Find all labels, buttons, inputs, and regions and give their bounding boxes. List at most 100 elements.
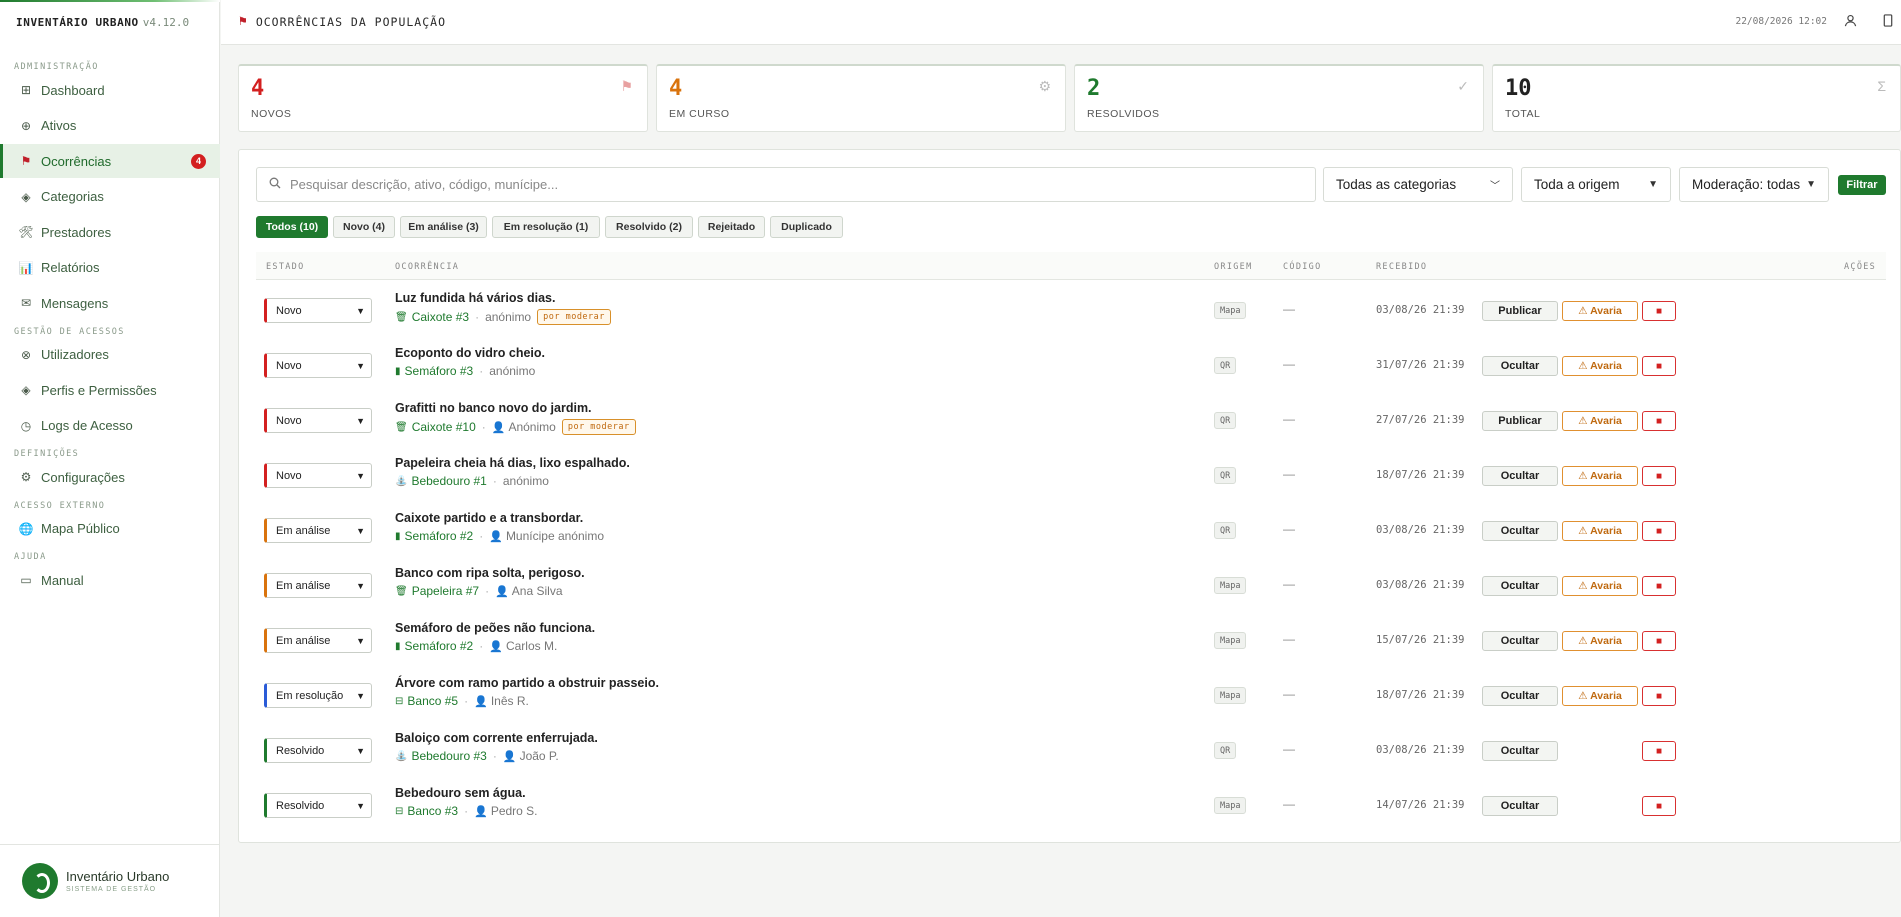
occurrence-title[interactable]: Papeleira cheia há dias, lixo espalhado. (395, 456, 630, 470)
avaria-button[interactable]: ⚠ Avaria (1562, 686, 1638, 706)
delete-button[interactable]: ■ (1642, 466, 1676, 486)
hide-button[interactable]: Ocultar (1482, 576, 1558, 596)
avaria-button[interactable]: ⚠ Avaria (1562, 631, 1638, 651)
status-select[interactable]: Novo ▼ (264, 298, 372, 323)
category-select[interactable]: Todas as categorias ﹀ (1323, 167, 1513, 202)
sidebar-item-configuracoes[interactable]: ⚙ Configurações (0, 460, 220, 494)
sidebar-item-prestadores[interactable]: 🛠 Prestadores (0, 215, 220, 249)
occurrence-title[interactable]: Caixote partido e a transbordar. (395, 511, 583, 525)
hide-button[interactable]: Ocultar (1482, 796, 1558, 816)
asset-link[interactable]: Banco #5 (407, 694, 458, 708)
asset-link[interactable]: Papeleira #7 (412, 584, 479, 598)
status-select[interactable]: Em resolução ▼ (264, 683, 372, 708)
delete-button[interactable]: ■ (1642, 521, 1676, 541)
hide-button[interactable]: Ocultar (1482, 521, 1558, 541)
asset-link[interactable]: Bebedouro #1 (411, 474, 486, 488)
asset-link[interactable]: Banco #3 (407, 804, 458, 818)
sidebar-item-relatorios[interactable]: 📊 Relatórios (0, 251, 220, 285)
status-select[interactable]: Em análise ▼ (264, 573, 372, 598)
reporter-name: anónimo (502, 474, 549, 488)
asset-link[interactable]: Caixote #10 (412, 420, 476, 434)
status-select[interactable]: Em análise ▼ (264, 628, 372, 653)
occurrence-title[interactable]: Baloiço com corrente enferrujada. (395, 731, 598, 745)
stat-card-total[interactable]: 10 TOTAL Σ (1492, 64, 1901, 132)
status-select[interactable]: Resolvido ▼ (264, 793, 372, 818)
sidebar-item-mapa-publico[interactable]: 🌐 Mapa Público (0, 512, 220, 546)
occurrence-title[interactable]: Árvore com ramo partido a obstruir passe… (395, 676, 659, 690)
hide-button[interactable]: Ocultar (1482, 686, 1558, 706)
search-input[interactable]: Pesquisar descrição, ativo, código, muní… (256, 167, 1316, 202)
status-select[interactable]: Novo ▼ (264, 353, 372, 378)
status-select[interactable]: Novo ▼ (264, 463, 372, 488)
avaria-button[interactable]: ⚠ Avaria (1562, 576, 1638, 596)
occurrence-title[interactable]: Luz fundida há vários dias. (395, 291, 555, 305)
fullscreen-icon[interactable] (1883, 14, 1893, 30)
asset-link[interactable]: Bebedouro #3 (411, 749, 486, 763)
origin-select[interactable]: Toda a origem ▼ (1521, 167, 1671, 202)
sidebar-item-perfis-e-permissoes[interactable]: ◈ Perfis e Permissões (0, 373, 220, 407)
app-logo (22, 863, 58, 899)
status-select[interactable]: Novo ▼ (264, 408, 372, 433)
brand: INVENTÁRIO URBANO v4.12.0 (16, 16, 189, 29)
sidebar-item-ocorrencias[interactable]: ⚑ Ocorrências 4 (0, 144, 220, 178)
delete-button[interactable]: ■ (1642, 741, 1676, 761)
delete-button[interactable]: ■ (1642, 356, 1676, 376)
hide-button[interactable]: Ocultar (1482, 741, 1558, 761)
filter-chip[interactable]: Rejeitado (698, 216, 765, 238)
person-icon: 👤 (489, 530, 503, 543)
filter-chip[interactable]: Todos (10) (256, 216, 328, 238)
page-title-text: OCORRÊNCIAS DA POPULAÇÃO (255, 14, 446, 29)
asset-link[interactable]: Caixote #3 (412, 310, 469, 324)
occurrence-title[interactable]: Semáforo de peões não funciona. (395, 621, 595, 635)
gear-icon: ⚙ (20, 470, 32, 484)
filter-button[interactable]: Filtrar (1838, 175, 1886, 195)
delete-button[interactable]: ■ (1642, 686, 1676, 706)
publish-button[interactable]: Publicar (1482, 411, 1558, 431)
hide-button[interactable]: Ocultar (1482, 466, 1558, 486)
filter-chip[interactable]: Duplicado (770, 216, 843, 238)
status-select[interactable]: Em análise ▼ (264, 518, 372, 543)
delete-button[interactable]: ■ (1642, 411, 1676, 431)
publish-button[interactable]: Publicar (1482, 301, 1558, 321)
avaria-button[interactable]: ⚠ Avaria (1562, 411, 1638, 431)
received-date: 14/07/26 21:39 (1376, 799, 1465, 811)
delete-button[interactable]: ■ (1642, 301, 1676, 321)
occurrence-title[interactable]: Ecoponto do vidro cheio. (395, 346, 545, 360)
delete-button[interactable]: ■ (1642, 631, 1676, 651)
asset-link[interactable]: Semáforo #3 (405, 364, 474, 378)
sidebar-item-ativos[interactable]: ⊕ Ativos (0, 109, 220, 143)
stat-card-resolvidos[interactable]: 2 RESOLVIDOS ✓ (1074, 64, 1484, 132)
sidebar-item-manual[interactable]: ▭ Manual (0, 563, 220, 597)
occurrence-title[interactable]: Grafitti no banco novo do jardim. (395, 401, 592, 415)
occurrence-meta: 🗑 Caixote #10 · 👤 Anónimo por moderar (395, 419, 636, 435)
sidebar-item-dashboard[interactable]: ⊞ Dashboard (0, 73, 220, 107)
received-date: 27/07/26 21:39 (1376, 414, 1465, 426)
moderation-select[interactable]: Moderação: todas ▼ (1679, 167, 1829, 202)
status-select[interactable]: Resolvido ▼ (264, 738, 372, 763)
occurrence-title[interactable]: Bebedouro sem água. (395, 786, 526, 800)
avaria-button[interactable]: ⚠ Avaria (1562, 466, 1638, 486)
delete-button[interactable]: ■ (1642, 576, 1676, 596)
sidebar-item-categorias[interactable]: ◈ Categorias (0, 180, 220, 214)
hide-button[interactable]: Ocultar (1482, 631, 1558, 651)
asset-link[interactable]: Semáforo #2 (405, 639, 474, 653)
avaria-button[interactable]: ⚠ Avaria (1562, 356, 1638, 376)
stat-card-novos[interactable]: 4 NOVOS ⚑ (238, 64, 648, 132)
occurrence-title[interactable]: Banco com ripa solta, perigoso. (395, 566, 585, 580)
avaria-button[interactable]: ⚠ Avaria (1562, 521, 1638, 541)
avaria-button[interactable]: ⚠ Avaria (1562, 301, 1638, 321)
sidebar-item-logs-de-acesso[interactable]: ◷ Logs de Acesso (0, 409, 220, 443)
asset-link[interactable]: Semáforo #2 (405, 529, 474, 543)
filter-chip[interactable]: Resolvido (2) (605, 216, 693, 238)
status-select-value: Resolvido (276, 799, 325, 812)
hide-button[interactable]: Ocultar (1482, 356, 1558, 376)
sidebar-item-mensagens[interactable]: ✉ Mensagens (0, 286, 220, 320)
filter-chip[interactable]: Em análise (3) (400, 216, 487, 238)
stat-card-em-curso[interactable]: 4 EM CURSO ⚙ (656, 64, 1066, 132)
user-icon[interactable] (1844, 14, 1857, 30)
sidebar-item-utilizadores[interactable]: ⊗ Utilizadores (0, 338, 220, 372)
delete-button[interactable]: ■ (1642, 796, 1676, 816)
filter-chip[interactable]: Em resolução (1) (492, 216, 600, 238)
filter-chip[interactable]: Novo (4) (333, 216, 395, 238)
status-select-value: Em análise (276, 579, 331, 592)
